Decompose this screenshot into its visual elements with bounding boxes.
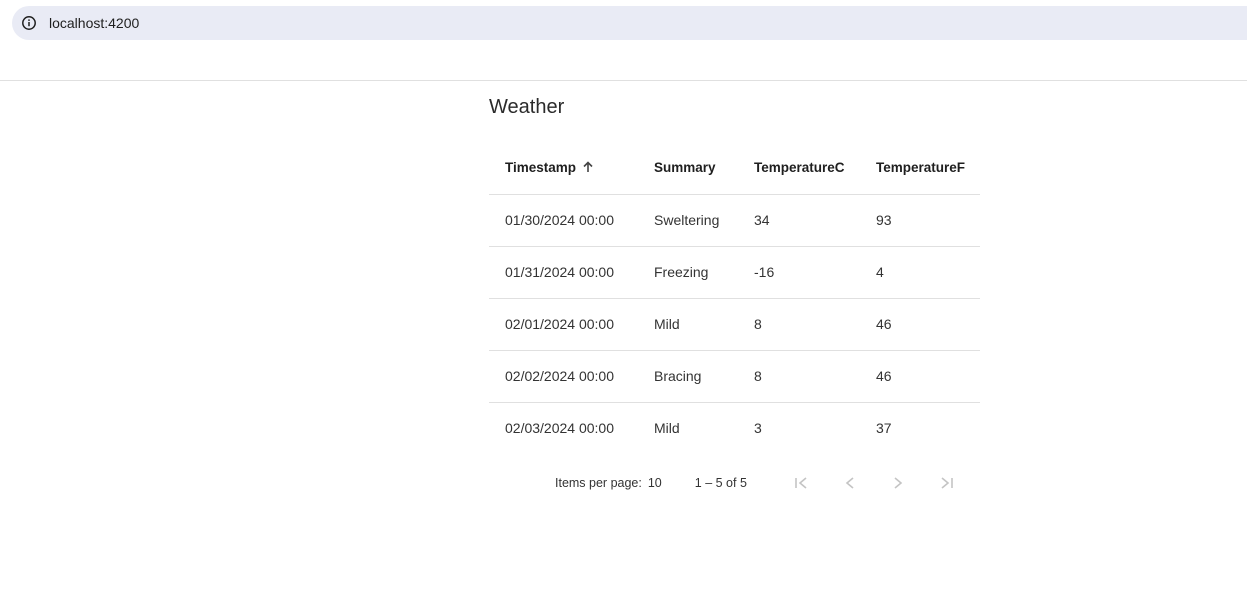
next-page-button[interactable] [874, 463, 922, 503]
cell-summary: Sweltering [654, 194, 754, 247]
items-per-page-label: Items per page: [555, 476, 642, 490]
cell-temperaturec: 8 [754, 298, 876, 351]
cell-temperaturec: -16 [754, 246, 876, 299]
address-bar[interactable]: localhost:4200 [12, 6, 1247, 40]
cell-temperaturec: 3 [754, 420, 762, 437]
cell-summary: Bracing [654, 350, 754, 403]
cell-timestamp: 02/01/2024 00:00 [489, 298, 654, 351]
previous-page-button[interactable] [826, 463, 874, 503]
cell-summary: Mild [654, 298, 754, 351]
table-header-row: Timestamp Summary TemperatureC Temperatu… [489, 141, 980, 195]
table-row: 01/30/2024 00:00 Sweltering 34 93 [489, 194, 980, 247]
cell-temperaturef: 93 [876, 194, 980, 247]
first-page-button[interactable] [778, 463, 826, 503]
last-page-icon [941, 477, 953, 489]
cell-temperaturef: 4 [876, 246, 980, 299]
cell-timestamp: 01/30/2024 00:00 [489, 194, 654, 247]
cell-temperaturef: 37 [876, 420, 892, 437]
toolbar-divider [0, 80, 1247, 81]
last-page-button[interactable] [922, 463, 970, 503]
cell-timestamp: 02/03/2024 00:00 [505, 420, 614, 437]
table-row: 02/02/2024 00:00 Bracing 8 46 [489, 350, 980, 403]
previous-page-icon [845, 477, 854, 489]
cell-summary: Freezing [654, 246, 754, 299]
cell-timestamp: 01/31/2024 00:00 [489, 246, 654, 299]
table-row: 02/01/2024 00:00 Mild 8 46 [489, 298, 980, 351]
column-header-label: Timestamp [505, 159, 577, 175]
cell-temperaturec: 8 [754, 350, 876, 403]
info-icon[interactable] [21, 15, 37, 31]
cell-temperaturec: 34 [754, 194, 876, 247]
table-row: 02/03/2024 00:00 Mild 3 37 [489, 402, 980, 454]
column-header-timestamp[interactable]: Timestamp [489, 141, 654, 195]
cell-temperaturef: 46 [876, 298, 980, 351]
url-text[interactable]: localhost:4200 [49, 15, 139, 31]
table-row: 01/31/2024 00:00 Freezing -16 4 [489, 246, 980, 299]
paginator: Items per page: 10 1 – 5 of 5 [489, 461, 980, 505]
cell-summary: Mild [654, 420, 680, 437]
arrow-up-icon[interactable] [582, 161, 594, 173]
column-header-temperaturef: TemperatureF [876, 141, 980, 195]
page-title: Weather [489, 96, 565, 118]
items-per-page-select[interactable]: 10 [648, 476, 662, 490]
column-header-temperaturec: TemperatureC [754, 141, 876, 195]
weather-table: Timestamp Summary TemperatureC Temperatu… [489, 141, 980, 454]
next-page-icon [894, 477, 903, 489]
first-page-icon [795, 477, 807, 489]
range-label: 1 – 5 of 5 [694, 476, 747, 490]
column-header-summary: Summary [654, 141, 754, 195]
cell-temperaturef: 46 [876, 350, 980, 403]
cell-timestamp: 02/02/2024 00:00 [489, 350, 654, 403]
